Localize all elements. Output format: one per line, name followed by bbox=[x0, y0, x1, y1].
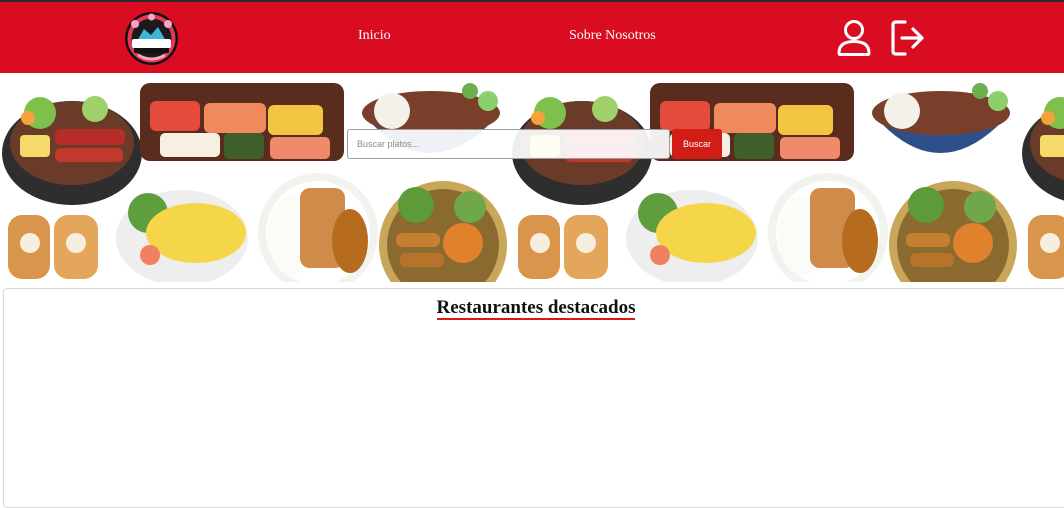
nav-link-sobre-nosotros[interactable]: Sobre Nosotros bbox=[569, 28, 656, 44]
featured-title-text: Restaurantes destacados bbox=[436, 297, 636, 320]
featured-restaurants-section: Restaurantes destacados bbox=[3, 288, 1064, 508]
site-header: Inicio Sobre Nosotros bbox=[0, 2, 1064, 73]
sakura-logo[interactable] bbox=[124, 11, 179, 66]
search-button[interactable]: Buscar bbox=[672, 129, 722, 159]
nav-link-inicio[interactable]: Inicio bbox=[358, 28, 391, 44]
search-input[interactable] bbox=[347, 129, 670, 159]
featured-title: Restaurantes destacados bbox=[4, 297, 1064, 320]
hero-food-banner bbox=[0, 73, 1064, 282]
food-illustration-banner bbox=[2, 83, 1064, 282]
user-icon[interactable] bbox=[836, 19, 872, 57]
logout-icon[interactable] bbox=[890, 19, 926, 57]
